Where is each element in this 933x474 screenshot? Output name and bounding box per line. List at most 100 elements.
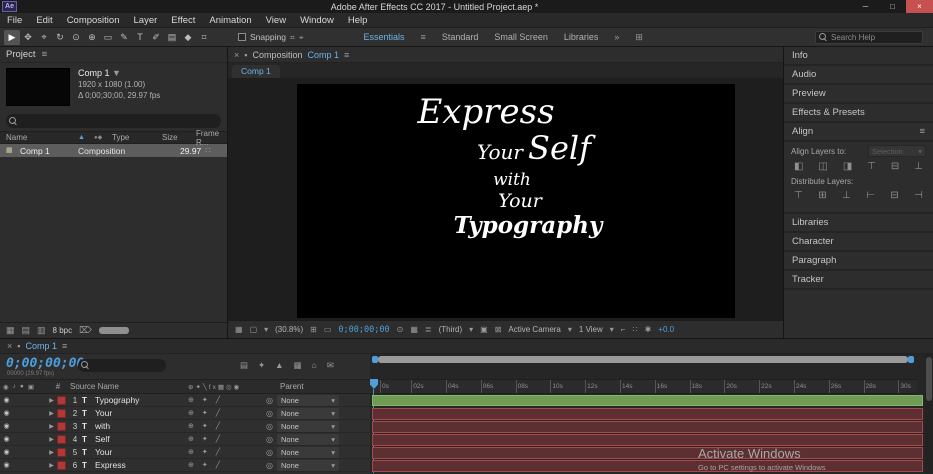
workspace-small-screen[interactable]: Small Screen (494, 32, 548, 42)
menu-edit[interactable]: Edit (29, 15, 59, 26)
fast-previews-icon[interactable]: ∷ (632, 325, 637, 334)
distribute-left-icon[interactable]: ⊢ (866, 190, 875, 201)
frame-blending-icon[interactable]: ▦ (294, 360, 302, 371)
snap-edges-icon[interactable]: ⌗ (290, 32, 295, 43)
eye-icon[interactable]: ◉ (0, 396, 13, 404)
viewer-timecode[interactable]: 0;00;00;00 (338, 325, 389, 335)
camera-dropdown[interactable]: Active Camera (508, 325, 560, 334)
main-monitor-icon[interactable]: ▢ (250, 325, 258, 334)
transparency-grid-icon[interactable]: ⊠ (495, 325, 502, 334)
shy-switch-icon[interactable]: ⊕ (188, 461, 194, 469)
zoom-caret-icon[interactable]: ▾ (264, 325, 268, 334)
panel-tracker[interactable]: Tracker (784, 271, 933, 290)
eye-icon[interactable]: ◉ (0, 409, 13, 417)
clone-stamp-tool-icon[interactable]: ▤ (164, 30, 180, 45)
project-search-input[interactable] (6, 114, 221, 128)
solo-icon[interactable]: ● (20, 383, 24, 391)
shape-tool-icon[interactable]: ▭ (100, 30, 116, 45)
panel-audio[interactable]: Audio (784, 66, 933, 85)
layer-row[interactable]: ◉ ▶ 1 T Typography ⊕ ✦ ╱ ◎ None ▾ (0, 394, 370, 407)
comp-name-line[interactable]: Comp 1 ▼ (78, 68, 160, 79)
label-column-icons[interactable]: ●◆ (94, 134, 112, 141)
panel-character[interactable]: Character (784, 233, 933, 252)
layer-color-swatch[interactable] (57, 421, 66, 431)
resolution-dropdown[interactable]: (Third) (439, 325, 463, 334)
project-item-row[interactable]: ▦ Comp 1 Composition 29.97 ∷ (0, 144, 227, 157)
panel-menu-icon[interactable]: ≡ (344, 50, 349, 60)
panel-effects-presets[interactable]: Effects & Presets (784, 104, 933, 123)
menu-help[interactable]: Help (341, 15, 375, 26)
column-frame-rate[interactable]: Frame R... (196, 129, 227, 147)
project-panel-tab[interactable]: Project ≡ (0, 47, 227, 63)
distribute-v-center-icon[interactable]: ⊞ (818, 190, 826, 201)
sort-ascending-icon[interactable]: ▲ (78, 134, 94, 141)
menu-file[interactable]: File (0, 15, 29, 26)
always-preview-icon[interactable]: ▦ (235, 325, 243, 334)
parent-pickwhip-icon[interactable]: ◎ (266, 448, 273, 457)
scrollbar-thumb[interactable] (926, 357, 932, 401)
workspace-menu-icon[interactable]: ≡ (421, 32, 426, 42)
parent-pickwhip-icon[interactable]: ◎ (266, 435, 273, 444)
effects-switch-icon[interactable]: ✦ (202, 409, 208, 417)
expander-icon[interactable]: ▶ (46, 423, 57, 430)
quality-switch-icon[interactable]: ╱ (216, 422, 220, 430)
workspace-overflow-icon[interactable]: » (614, 32, 619, 42)
parent-dropdown[interactable]: None ▾ (276, 459, 339, 471)
navigator-end-handle[interactable] (908, 356, 914, 363)
layer-name[interactable]: Your (95, 447, 188, 457)
new-folder-icon[interactable]: ▤ (22, 325, 31, 336)
puppet-tool-icon[interactable]: ⌗ (196, 30, 212, 45)
roi-icon[interactable]: ▣ (480, 325, 488, 334)
pen-tool-icon[interactable]: ✎ (116, 30, 132, 45)
expander-icon[interactable]: ▶ (46, 462, 57, 469)
align-right-icon[interactable]: ◨ (843, 161, 852, 172)
layer-duration-bar[interactable] (372, 421, 923, 433)
parent-pickwhip-icon[interactable]: ◎ (266, 409, 273, 418)
distribute-right-icon[interactable]: ⊣ (914, 190, 923, 201)
layer-name[interactable]: Typography (95, 395, 188, 405)
panel-preview[interactable]: Preview (784, 85, 933, 104)
parent-dropdown[interactable]: None ▾ (276, 420, 339, 432)
shy-switch-icon[interactable]: ⊕ (188, 409, 194, 417)
menu-layer[interactable]: Layer (127, 15, 165, 26)
shy-switch-icon[interactable]: ⊕ (188, 422, 194, 430)
show-channel-icon[interactable]: ≣ (425, 325, 432, 334)
camera-tool-icon[interactable]: ⊙ (68, 30, 84, 45)
parent-pickwhip-icon[interactable]: ◎ (266, 396, 273, 405)
rulers-icon[interactable]: ⊞ (310, 325, 317, 334)
timeline-graph-area[interactable]: 0s 02s 04s 06s 08s 10s 12s 14s 16s 18s 2… (370, 354, 925, 474)
chevron-down-icon[interactable]: ▼ (112, 68, 121, 78)
region-of-interest-icon[interactable]: ▭ (324, 325, 332, 334)
selection-tool-icon[interactable]: ▶ (4, 29, 20, 45)
close-tab-icon[interactable]: × (234, 50, 239, 60)
pan-behind-tool-icon[interactable]: ⊕ (84, 30, 100, 45)
close-tab-icon[interactable]: × (7, 341, 12, 351)
layer-color-swatch[interactable] (57, 408, 66, 418)
layer-row[interactable]: ◉ ▶ 2 T Your ⊕ ✦ ╱ ◎ None ▾ (0, 407, 370, 420)
interpret-footage-icon[interactable]: ▦ (6, 325, 15, 336)
lock-icon[interactable]: ▣ (28, 383, 34, 391)
work-area-bar[interactable] (372, 395, 923, 406)
rotation-tool-icon[interactable]: ↻ (52, 30, 68, 45)
layer-color-swatch[interactable] (57, 447, 66, 457)
parent-dropdown[interactable]: None ▾ (276, 407, 339, 419)
menu-animation[interactable]: Animation (202, 15, 258, 26)
panel-menu-icon[interactable]: ≡ (919, 126, 925, 137)
column-type[interactable]: Type (112, 133, 162, 142)
layer-duration-bar[interactable] (372, 434, 923, 446)
quality-switch-icon[interactable]: ╱ (216, 461, 220, 469)
type-tool-icon[interactable]: T (132, 30, 148, 45)
eye-icon[interactable]: ◉ (3, 383, 9, 391)
hand-tool-icon[interactable]: ✥ (20, 30, 36, 45)
panel-menu-icon[interactable]: ≡ (62, 341, 67, 351)
align-layers-to-dropdown[interactable]: Selection ▾ (868, 145, 926, 157)
workspace-standard[interactable]: Standard (442, 32, 479, 42)
timeline-settings-icon[interactable]: ✱ (645, 325, 652, 334)
motion-blur-icon[interactable]: ⌂ (312, 360, 317, 371)
parent-dropdown[interactable]: None ▾ (276, 433, 339, 445)
eye-icon[interactable]: ◉ (0, 435, 13, 443)
snapshot-icon[interactable]: ⊙ (397, 325, 404, 334)
exposure-value[interactable]: +0.0 (658, 325, 674, 334)
hide-shy-layers-icon[interactable]: ▲ (275, 360, 283, 371)
quality-switch-icon[interactable]: ╱ (216, 448, 220, 456)
